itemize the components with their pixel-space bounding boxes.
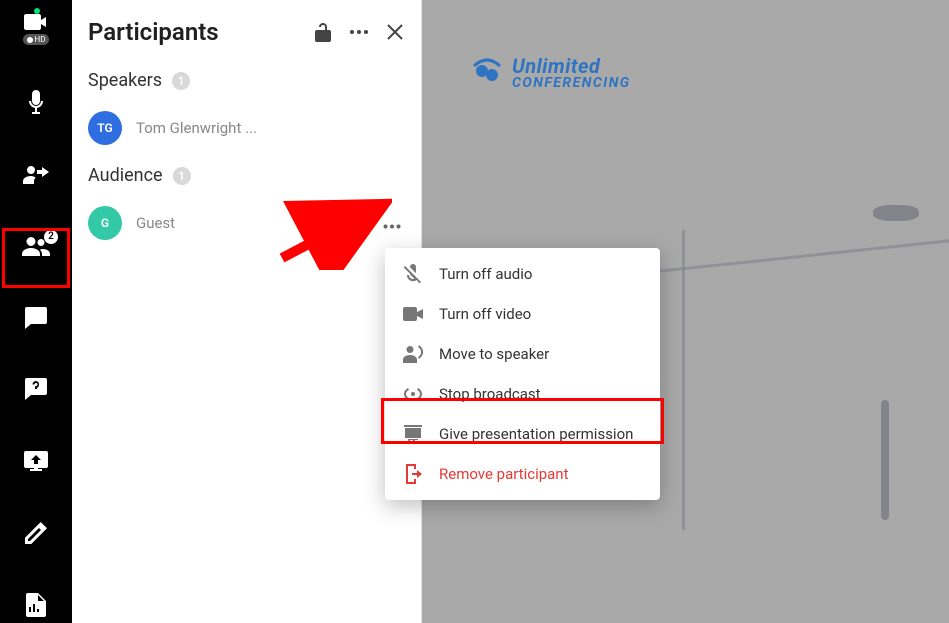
document-chart-icon bbox=[26, 593, 46, 617]
recording-indicator-icon bbox=[34, 8, 40, 14]
speakers-label: Speakers bbox=[88, 70, 162, 91]
present-screen-icon bbox=[24, 451, 48, 471]
panel-header: Participants bbox=[88, 18, 405, 46]
panel-close-button[interactable] bbox=[385, 22, 405, 42]
unlock-button[interactable] bbox=[313, 22, 333, 42]
more-horizontal-icon bbox=[383, 224, 401, 229]
menu-give-presentation[interactable]: Give presentation permission bbox=[385, 414, 660, 454]
annotate-button[interactable] bbox=[16, 515, 56, 551]
speakers-count: 1 bbox=[172, 72, 190, 90]
mic-off-icon bbox=[403, 264, 423, 284]
menu-turn-off-video[interactable]: Turn off video bbox=[385, 294, 660, 334]
logo-text-1: Unlimited bbox=[512, 56, 631, 76]
speaker-person-icon bbox=[403, 344, 423, 364]
menu-remove-participant[interactable]: Remove participant bbox=[385, 454, 660, 494]
bg-artifact bbox=[881, 400, 889, 520]
participant-row-speaker[interactable]: TG Tom Glenwright ... bbox=[88, 105, 405, 165]
presentation-icon bbox=[403, 424, 423, 444]
menu-label: Turn off audio bbox=[439, 265, 532, 283]
participants-panel: Participants Speakers 1 TG Tom Glenwrigh… bbox=[72, 0, 422, 623]
camera-icon bbox=[24, 14, 48, 30]
participant-name: Tom Glenwright ... bbox=[136, 119, 405, 137]
menu-turn-off-audio[interactable]: Turn off audio bbox=[385, 254, 660, 294]
present-button[interactable] bbox=[16, 443, 56, 479]
audience-label: Audience bbox=[88, 165, 163, 186]
menu-label: Turn off video bbox=[439, 305, 531, 323]
participants-button[interactable]: 2 bbox=[16, 228, 56, 264]
poll-button[interactable] bbox=[16, 587, 56, 623]
menu-move-to-speaker[interactable]: Move to speaker bbox=[385, 334, 660, 374]
left-toolbar: HD 2 bbox=[0, 0, 72, 623]
microphone-toggle[interactable] bbox=[16, 84, 56, 120]
audience-count: 1 bbox=[173, 167, 191, 185]
panel-more-button[interactable] bbox=[349, 22, 369, 42]
menu-label: Remove participant bbox=[439, 465, 569, 483]
participant-context-menu: Turn off audio Turn off video Move to sp… bbox=[385, 248, 660, 500]
camera-toggle[interactable]: HD bbox=[16, 12, 56, 48]
participant-name: Guest bbox=[136, 214, 365, 232]
hd-badge: HD bbox=[23, 34, 50, 45]
speakers-section-header: Speakers 1 bbox=[88, 70, 405, 91]
share-person-icon bbox=[23, 164, 49, 184]
avatar: TG bbox=[88, 111, 122, 145]
broadcast-icon bbox=[403, 384, 423, 404]
help-icon bbox=[25, 378, 47, 400]
app-root: HD 2 Participants bbox=[0, 0, 949, 623]
more-horizontal-icon bbox=[349, 29, 369, 35]
bg-artifact bbox=[873, 205, 919, 221]
audience-section-header: Audience 1 bbox=[88, 165, 405, 186]
pencil-icon bbox=[25, 522, 47, 544]
chat-icon bbox=[25, 307, 47, 329]
menu-label: Give presentation permission bbox=[439, 425, 633, 443]
panel-actions bbox=[313, 22, 405, 42]
menu-stop-broadcast[interactable]: Stop broadcast bbox=[385, 374, 660, 414]
unlock-icon bbox=[315, 22, 331, 42]
panel-title: Participants bbox=[88, 18, 219, 46]
close-icon bbox=[387, 24, 403, 40]
participant-row-audience[interactable]: G Guest bbox=[88, 200, 405, 260]
help-button[interactable] bbox=[16, 371, 56, 407]
logo-text-2: Conferencing bbox=[512, 76, 631, 90]
microphone-icon bbox=[27, 90, 45, 114]
participants-count-badge: 2 bbox=[44, 230, 58, 244]
menu-label: Move to speaker bbox=[439, 345, 549, 363]
camera-icon bbox=[403, 304, 423, 324]
remove-exit-icon bbox=[403, 464, 423, 484]
participant-more-button[interactable] bbox=[379, 210, 405, 237]
brand-logo: Unlimited Conferencing bbox=[472, 56, 631, 90]
avatar: G bbox=[88, 206, 122, 240]
menu-label: Stop broadcast bbox=[439, 385, 541, 403]
chat-button[interactable] bbox=[16, 300, 56, 336]
logo-mark-icon bbox=[472, 58, 502, 88]
share-screen-button[interactable] bbox=[16, 156, 56, 192]
